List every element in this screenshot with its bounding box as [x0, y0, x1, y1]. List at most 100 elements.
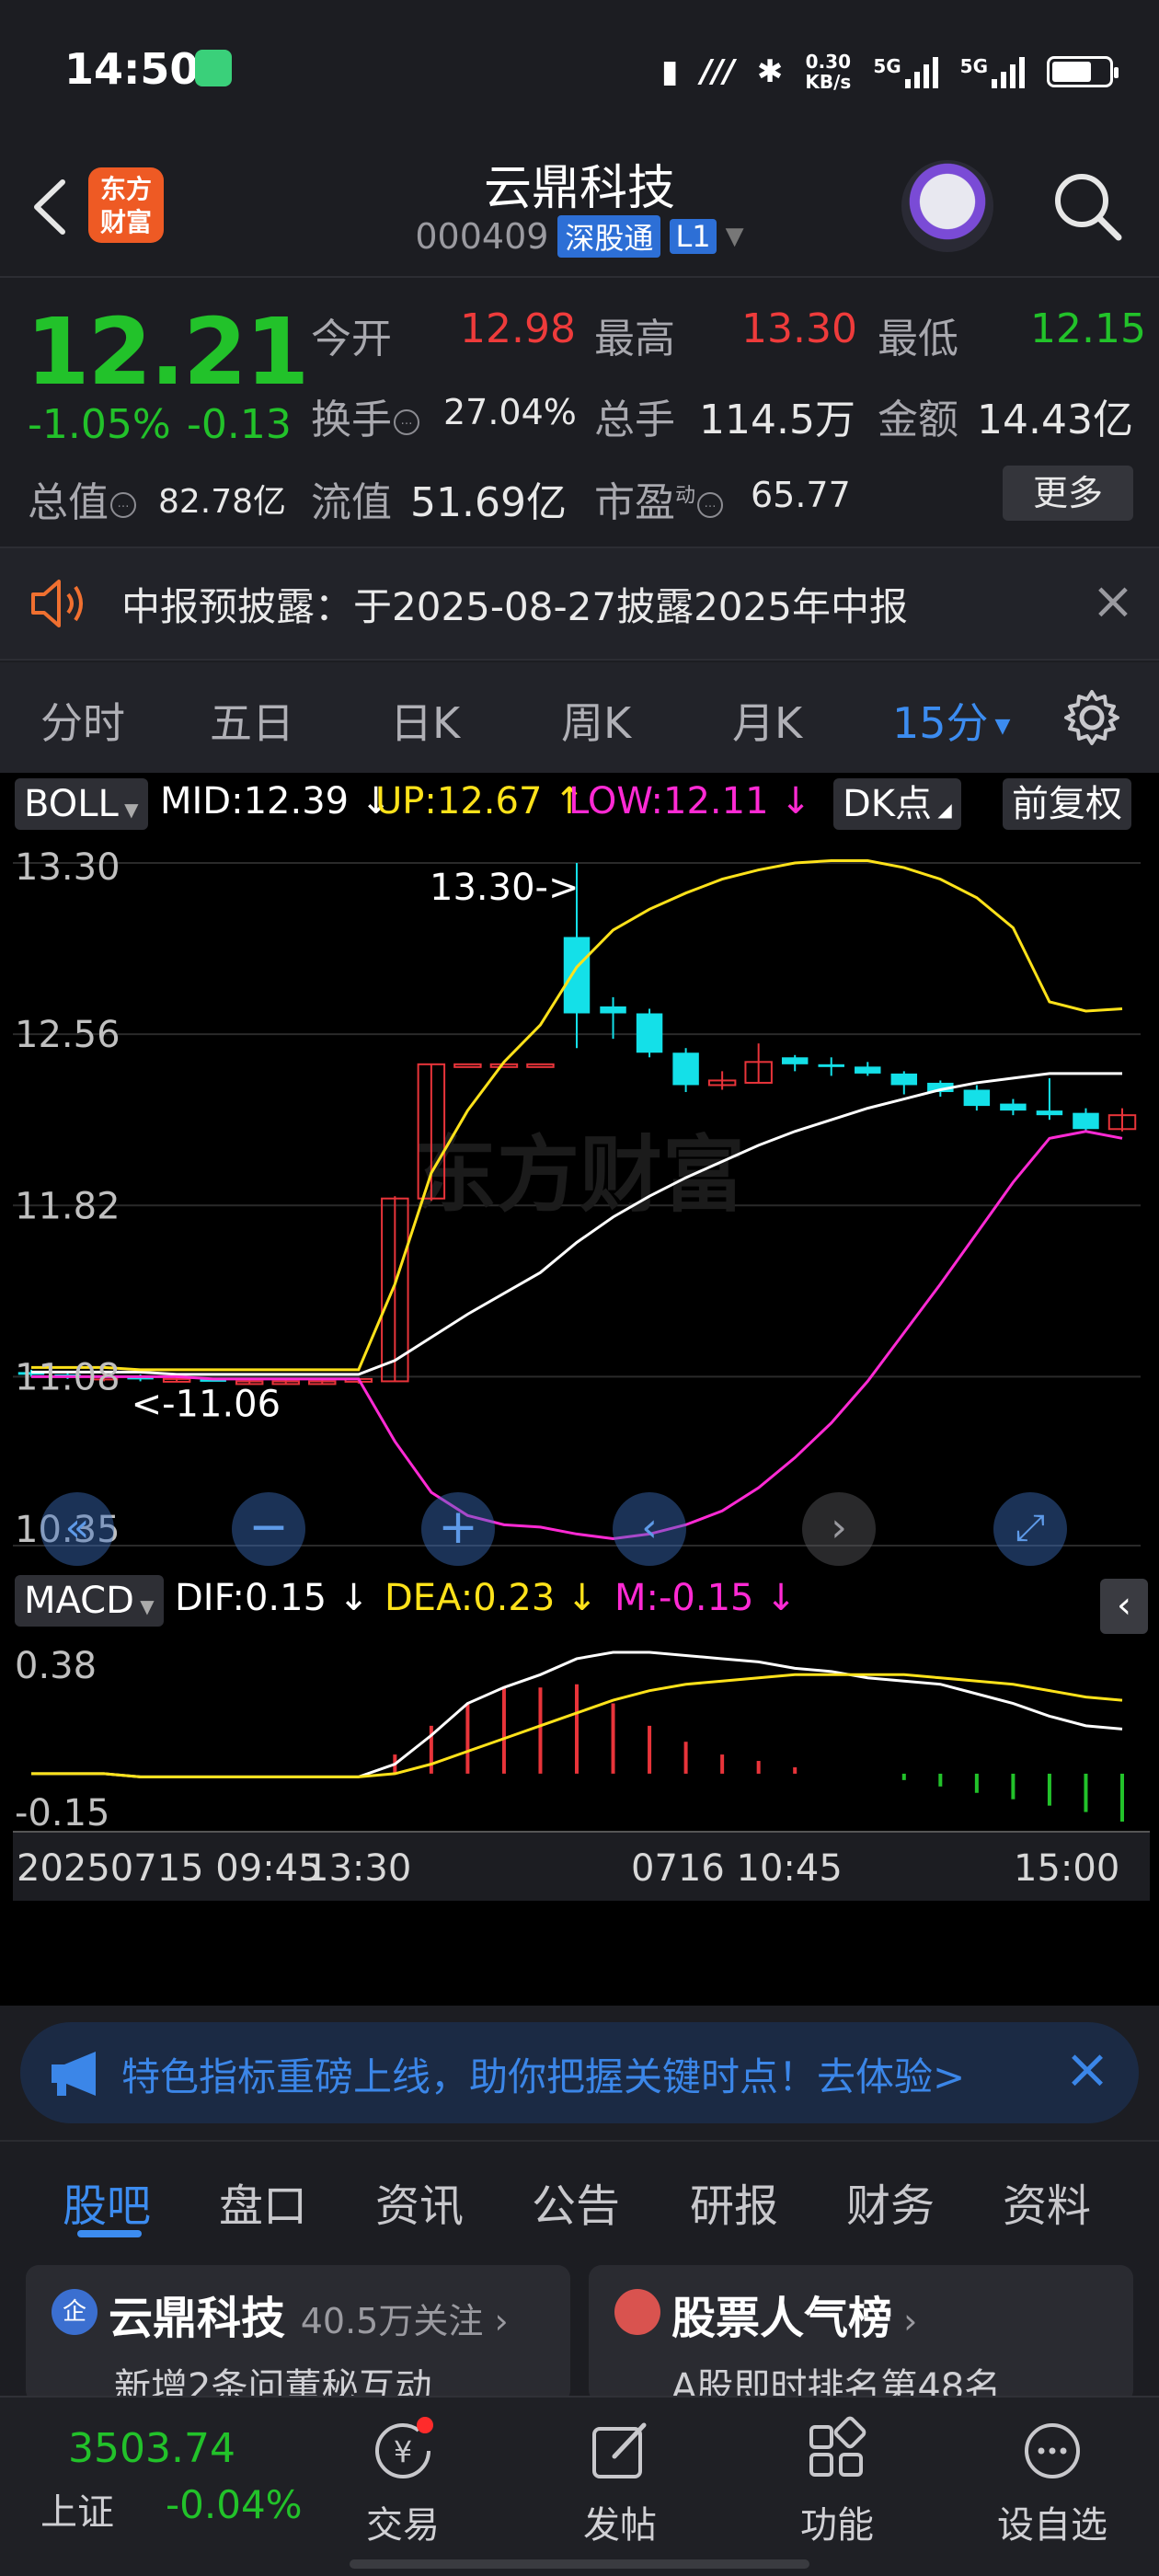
close-icon[interactable]: ×: [1055, 2039, 1119, 2103]
dk-point-button[interactable]: DK点 ◢: [833, 778, 961, 830]
macd-chart[interactable]: 0.38 -0.15: [0, 1632, 1159, 1831]
net-speed-unit: KB/s: [805, 71, 852, 93]
net-type-1: 5G: [873, 55, 901, 77]
gear-icon[interactable]: [1062, 688, 1121, 747]
time-axis: 20250715 09:45 13:30 0716 10:45 15:00: [13, 1831, 1150, 1901]
tab-announcements[interactable]: 公告: [532, 2169, 620, 2234]
nav-trade-label: 交易: [366, 2504, 440, 2547]
tab-research[interactable]: 研报: [690, 2169, 778, 2234]
stock-header: 东方财富 云鼎科技 000409 深股通 L1 ▼: [0, 138, 1159, 278]
nfc-icon: ///: [700, 53, 735, 90]
tab-15min[interactable]: 15分 ▼: [892, 690, 1010, 751]
tab-guba[interactable]: 股吧: [63, 2169, 151, 2234]
boll-legend: BOLL ▼ MID:12.39 ↓ UP:12.67 ↑ LOW:12.11 …: [0, 773, 1159, 835]
net-speed-value: 0.30: [805, 51, 852, 73]
turnover-label[interactable]: 换手…: [311, 386, 419, 445]
boll-indicator-label: BOLL: [24, 783, 119, 825]
tab-intraday[interactable]: 分时: [40, 690, 125, 751]
search-icon[interactable]: [1049, 167, 1126, 245]
chevron-left-icon: ‹: [641, 1504, 658, 1551]
nav-watchlist-label: 设自选: [997, 2504, 1107, 2547]
nav-post[interactable]: 发帖: [546, 2416, 694, 2548]
time-tick-1: 13:30: [305, 1847, 412, 1890]
volume-value: 114.5万: [699, 397, 855, 443]
collapse-panel-button[interactable]: ‹: [1100, 1579, 1148, 1634]
macd-m: M:-0.15 ↓: [614, 1577, 797, 1619]
robot-assistant-avatar[interactable]: [901, 160, 993, 252]
double-chevron-left-icon: «: [64, 1504, 90, 1551]
index-value: 3503.74: [68, 2425, 235, 2472]
promo-banner[interactable]: 特色指标重磅上线，助你把握关键时点！去体验> ×: [20, 2022, 1139, 2123]
y-tick-label: 0.38: [15, 1645, 97, 1687]
y-tick-label: -0.15: [15, 1792, 110, 1831]
popularity-card-name: 股票人气榜: [671, 2293, 893, 2344]
time-tick-2: 0716 10:45: [631, 1847, 843, 1890]
zoom-in-button[interactable]: +: [421, 1492, 495, 1566]
turnover-label-text: 换手: [311, 397, 392, 443]
vibrate-icon: ▮: [660, 53, 679, 90]
amount-value: 14.43亿: [977, 397, 1133, 443]
adjust-button[interactable]: 前复权: [1003, 778, 1131, 830]
nav-functions-label: 功能: [800, 2504, 874, 2547]
index-widget[interactable]: 3503.74 上证 -0.04%: [0, 2398, 313, 2576]
candle-body: [526, 1063, 555, 1068]
y-tick-label: 13.30: [15, 846, 120, 889]
more-dots-icon: [1025, 2423, 1080, 2478]
candle-body: [890, 1073, 918, 1086]
scroll-left-fast-button[interactable]: «: [40, 1492, 114, 1566]
chart-area[interactable]: BOLL ▼ MID:12.39 ↓ UP:12.67 ↑ LOW:12.11 …: [0, 773, 1159, 2006]
open-label: 今开: [311, 316, 392, 362]
boll-mid: MID:12.39 ↓: [160, 780, 392, 822]
pe-label[interactable]: 市盈动…: [594, 469, 724, 528]
chevron-left-icon: ‹: [1117, 1584, 1131, 1627]
tab-five-day[interactable]: 五日: [210, 690, 294, 751]
fullscreen-button[interactable]: ⤢: [993, 1492, 1067, 1566]
index-change: -0.04%: [166, 2482, 303, 2527]
tab-weekly-k[interactable]: 周K: [561, 690, 631, 751]
tab-monthly-k[interactable]: 月K: [732, 690, 802, 751]
stock-forum-card[interactable]: 企 云鼎科技 40.5万关注 › 新增2条问董秘互动: [26, 2265, 570, 2403]
corner-triangle-icon: ◢: [932, 799, 952, 821]
macd-legend: MACD ▼ DIF:0.15 ↓ DEA:0.23 ↓ M:-0.15 ↓: [0, 1571, 1159, 1632]
boll-selector[interactable]: BOLL ▼: [15, 778, 148, 830]
candlestick-chart[interactable]: 东方财富13.3012.5611.8211.0810.3513.30-><-11…: [0, 835, 1159, 1571]
tab-finance[interactable]: 财务: [846, 2169, 935, 2234]
macd-dea: DEA:0.23 ↓: [384, 1577, 598, 1619]
mktcap-label-text: 总值: [28, 479, 109, 526]
last-price: 12.21: [26, 298, 309, 406]
tab-profile[interactable]: 资料: [1003, 2169, 1091, 2234]
status-icons: ▮ /// ✱ 0.30 KB/s 5G 5G: [660, 44, 1119, 99]
zoom-out-button[interactable]: −: [232, 1492, 305, 1566]
dropdown-triangle-icon[interactable]: ▼: [726, 223, 744, 250]
candle-body: [855, 1066, 881, 1074]
plus-icon: +: [438, 1500, 478, 1555]
nav-functions[interactable]: 功能: [763, 2416, 911, 2548]
active-tab-underline: [77, 2230, 142, 2237]
nav-trade[interactable]: ¥ 交易: [329, 2416, 476, 2548]
mktcap-label[interactable]: 总值…: [28, 469, 136, 528]
candle-body: [818, 1064, 844, 1067]
notice-text: 中报预披露：于2025-08-27披露2025年中报: [121, 584, 908, 629]
boll-up: UP:12.67 ↑: [375, 780, 585, 822]
tab-daily-k[interactable]: 日K: [390, 690, 460, 751]
expand-icon: ⤢: [1016, 1507, 1045, 1549]
notice-bar[interactable]: 中报预披露：于2025-08-27披露2025年中报 ×: [0, 546, 1159, 661]
nav-watchlist[interactable]: 设自选: [979, 2416, 1126, 2548]
net-speed: 0.30 KB/s: [805, 52, 851, 92]
scroll-left-button[interactable]: ‹: [613, 1492, 686, 1566]
time-tick-0: 20250715 09:45: [17, 1847, 322, 1890]
change-percent: -1.05%: [28, 401, 171, 448]
more-button[interactable]: 更多: [1003, 466, 1133, 521]
candle-body: [781, 1057, 809, 1064]
macd-selector[interactable]: MACD ▼: [15, 1575, 164, 1627]
period-tabs: 分时 五日 日K 周K 月K 15分 ▼: [0, 662, 1159, 773]
popularity-card[interactable]: 股票人气榜 › A股即时排名第48名: [589, 2265, 1133, 2403]
tab-news[interactable]: 资讯: [375, 2169, 464, 2234]
forum-card-name: 云鼎科技: [109, 2293, 286, 2344]
close-icon[interactable]: ×: [1085, 576, 1141, 631]
float-value: 51.69亿: [410, 479, 567, 526]
tab-pankou[interactable]: 盘口: [219, 2169, 307, 2234]
volume-label: 总手: [594, 397, 675, 443]
scroll-right-button[interactable]: ›: [802, 1492, 876, 1566]
status-bar: 14:50 ▮ /// ✱ 0.30 KB/s 5G 5G: [0, 0, 1159, 138]
